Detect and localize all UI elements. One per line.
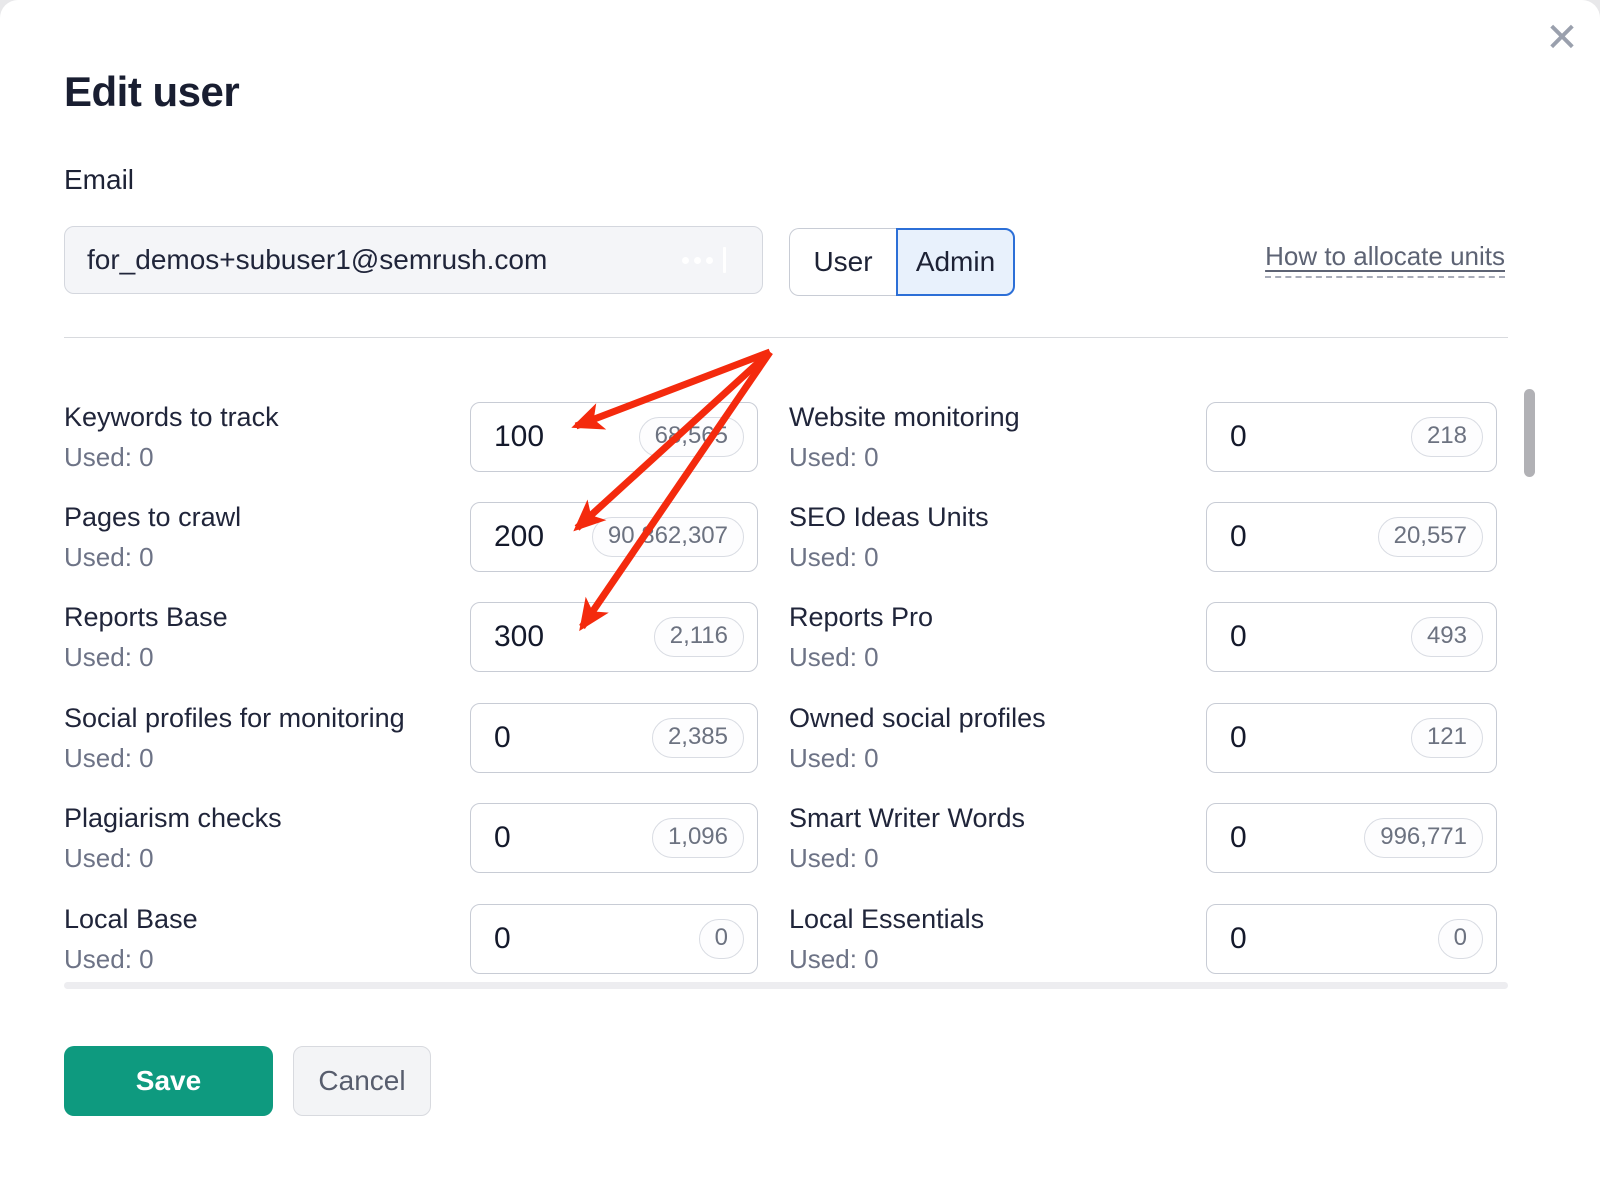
allocation-name: Website monitoring (789, 402, 1020, 433)
allocation-input-box: 0 (470, 904, 758, 974)
truncation-dots-icon (682, 247, 726, 273)
allocation-name: Owned social profiles (789, 703, 1046, 734)
row-reports-pro: Reports Pro Used: 0 493 (789, 602, 1497, 672)
email-value: for_demos+subuser1@semrush.com (87, 244, 722, 276)
allocation-input-box: 1,096 (470, 803, 758, 873)
allocation-used: Used: 0 (789, 843, 1025, 874)
row-local-base: Local Base Used: 0 0 (64, 904, 758, 974)
available-units-badge: 218 (1411, 417, 1483, 457)
allocation-used: Used: 0 (789, 542, 989, 573)
allocation-used: Used: 0 (64, 843, 282, 874)
row-reports-base: Reports Base Used: 0 2,116 (64, 602, 758, 672)
available-units-badge: 68,565 (639, 417, 744, 457)
allocation-name: Reports Base (64, 602, 228, 633)
allocation-value-input[interactable] (494, 721, 652, 755)
row-owned-social-profiles: Owned social profiles Used: 0 121 (789, 703, 1497, 773)
allocation-value-input[interactable] (1230, 620, 1411, 654)
allocation-name: Keywords to track (64, 402, 279, 433)
available-units-badge: 1,096 (652, 818, 744, 858)
allocation-input-box: 2,116 (470, 602, 758, 672)
allocation-value-input[interactable] (1230, 922, 1438, 956)
allocation-used: Used: 0 (64, 743, 405, 774)
annotation-arrows (0, 0, 1600, 1184)
allocation-value-input[interactable] (1230, 821, 1364, 855)
allocation-input-box: 68,565 (470, 402, 758, 472)
allocation-name: Plagiarism checks (64, 803, 282, 834)
allocation-name: Reports Pro (789, 602, 933, 633)
how-to-allocate-units-link[interactable]: How to allocate units (1265, 241, 1505, 278)
text-cursor (723, 247, 726, 273)
allocation-input-box: 218 (1206, 402, 1497, 472)
annotation-arrow (582, 352, 770, 627)
horizontal-scrollbar-track (64, 982, 1508, 989)
edit-user-modal: ✕ Edit user Email for_demos+subuser1@sem… (0, 0, 1600, 1184)
allocation-used: Used: 0 (789, 743, 1046, 774)
page-title: Edit user (64, 68, 239, 116)
allocation-value-input[interactable] (1230, 420, 1411, 454)
row-smart-writer-words: Smart Writer Words Used: 0 996,771 (789, 803, 1497, 873)
allocation-name: Social profiles for monitoring (64, 703, 405, 734)
allocation-value-input[interactable] (494, 520, 592, 554)
allocation-value-input[interactable] (494, 420, 639, 454)
allocation-used: Used: 0 (789, 642, 933, 673)
row-seo-ideas-units: SEO Ideas Units Used: 0 20,557 (789, 502, 1497, 572)
allocation-used: Used: 0 (789, 944, 984, 975)
allocation-input-box: 0 (1206, 904, 1497, 974)
available-units-badge: 20,557 (1378, 517, 1483, 557)
allocation-name: SEO Ideas Units (789, 502, 989, 533)
available-units-badge: 90,862,307 (592, 517, 744, 557)
close-icon: ✕ (1545, 16, 1579, 60)
row-social-profiles-monitoring: Social profiles for monitoring Used: 0 2,… (64, 703, 758, 773)
allocation-input-box: 121 (1206, 703, 1497, 773)
allocation-name: Smart Writer Words (789, 803, 1025, 834)
allocation-used: Used: 0 (789, 442, 1020, 473)
allocation-used: Used: 0 (64, 442, 279, 473)
allocation-name: Pages to crawl (64, 502, 241, 533)
role-toggle: User Admin (789, 228, 1015, 296)
allocation-value-input[interactable] (494, 821, 652, 855)
email-label: Email (64, 164, 134, 196)
allocation-value-input[interactable] (1230, 721, 1411, 755)
allocation-used: Used: 0 (64, 642, 228, 673)
allocation-used: Used: 0 (64, 944, 198, 975)
allocation-name: Local Essentials (789, 904, 984, 935)
vertical-scrollbar-thumb[interactable] (1524, 389, 1535, 477)
available-units-badge: 2,116 (654, 617, 744, 657)
allocation-input-box: 90,862,307 (470, 502, 758, 572)
allocation-name: Local Base (64, 904, 198, 935)
allocation-input-box: 493 (1206, 602, 1497, 672)
allocation-input-box: 996,771 (1206, 803, 1497, 873)
allocation-input-box: 2,385 (470, 703, 758, 773)
row-plagiarism-checks: Plagiarism checks Used: 0 1,096 (64, 803, 758, 873)
role-admin-button[interactable]: Admin (896, 228, 1015, 296)
available-units-badge: 0 (699, 919, 744, 959)
role-user-button[interactable]: User (789, 228, 896, 296)
allocation-used: Used: 0 (64, 542, 241, 573)
close-button[interactable]: ✕ (1538, 14, 1586, 62)
cancel-button[interactable]: Cancel (293, 1046, 431, 1116)
row-local-essentials: Local Essentials Used: 0 0 (789, 904, 1497, 974)
allocation-input-box: 20,557 (1206, 502, 1497, 572)
row-website-monitoring: Website monitoring Used: 0 218 (789, 402, 1497, 472)
available-units-badge: 493 (1411, 617, 1483, 657)
email-field[interactable]: for_demos+subuser1@semrush.com (64, 226, 763, 294)
available-units-badge: 996,771 (1364, 818, 1483, 858)
row-keywords-to-track: Keywords to track Used: 0 68,565 (64, 402, 758, 472)
header-divider (64, 337, 1508, 338)
save-button[interactable]: Save (64, 1046, 273, 1116)
allocation-value-input[interactable] (494, 620, 654, 654)
available-units-badge: 2,385 (652, 718, 744, 758)
allocation-value-input[interactable] (1230, 520, 1378, 554)
row-pages-to-crawl: Pages to crawl Used: 0 90,862,307 (64, 502, 758, 572)
available-units-badge: 0 (1438, 919, 1483, 959)
available-units-badge: 121 (1411, 718, 1483, 758)
allocation-value-input[interactable] (494, 922, 699, 956)
